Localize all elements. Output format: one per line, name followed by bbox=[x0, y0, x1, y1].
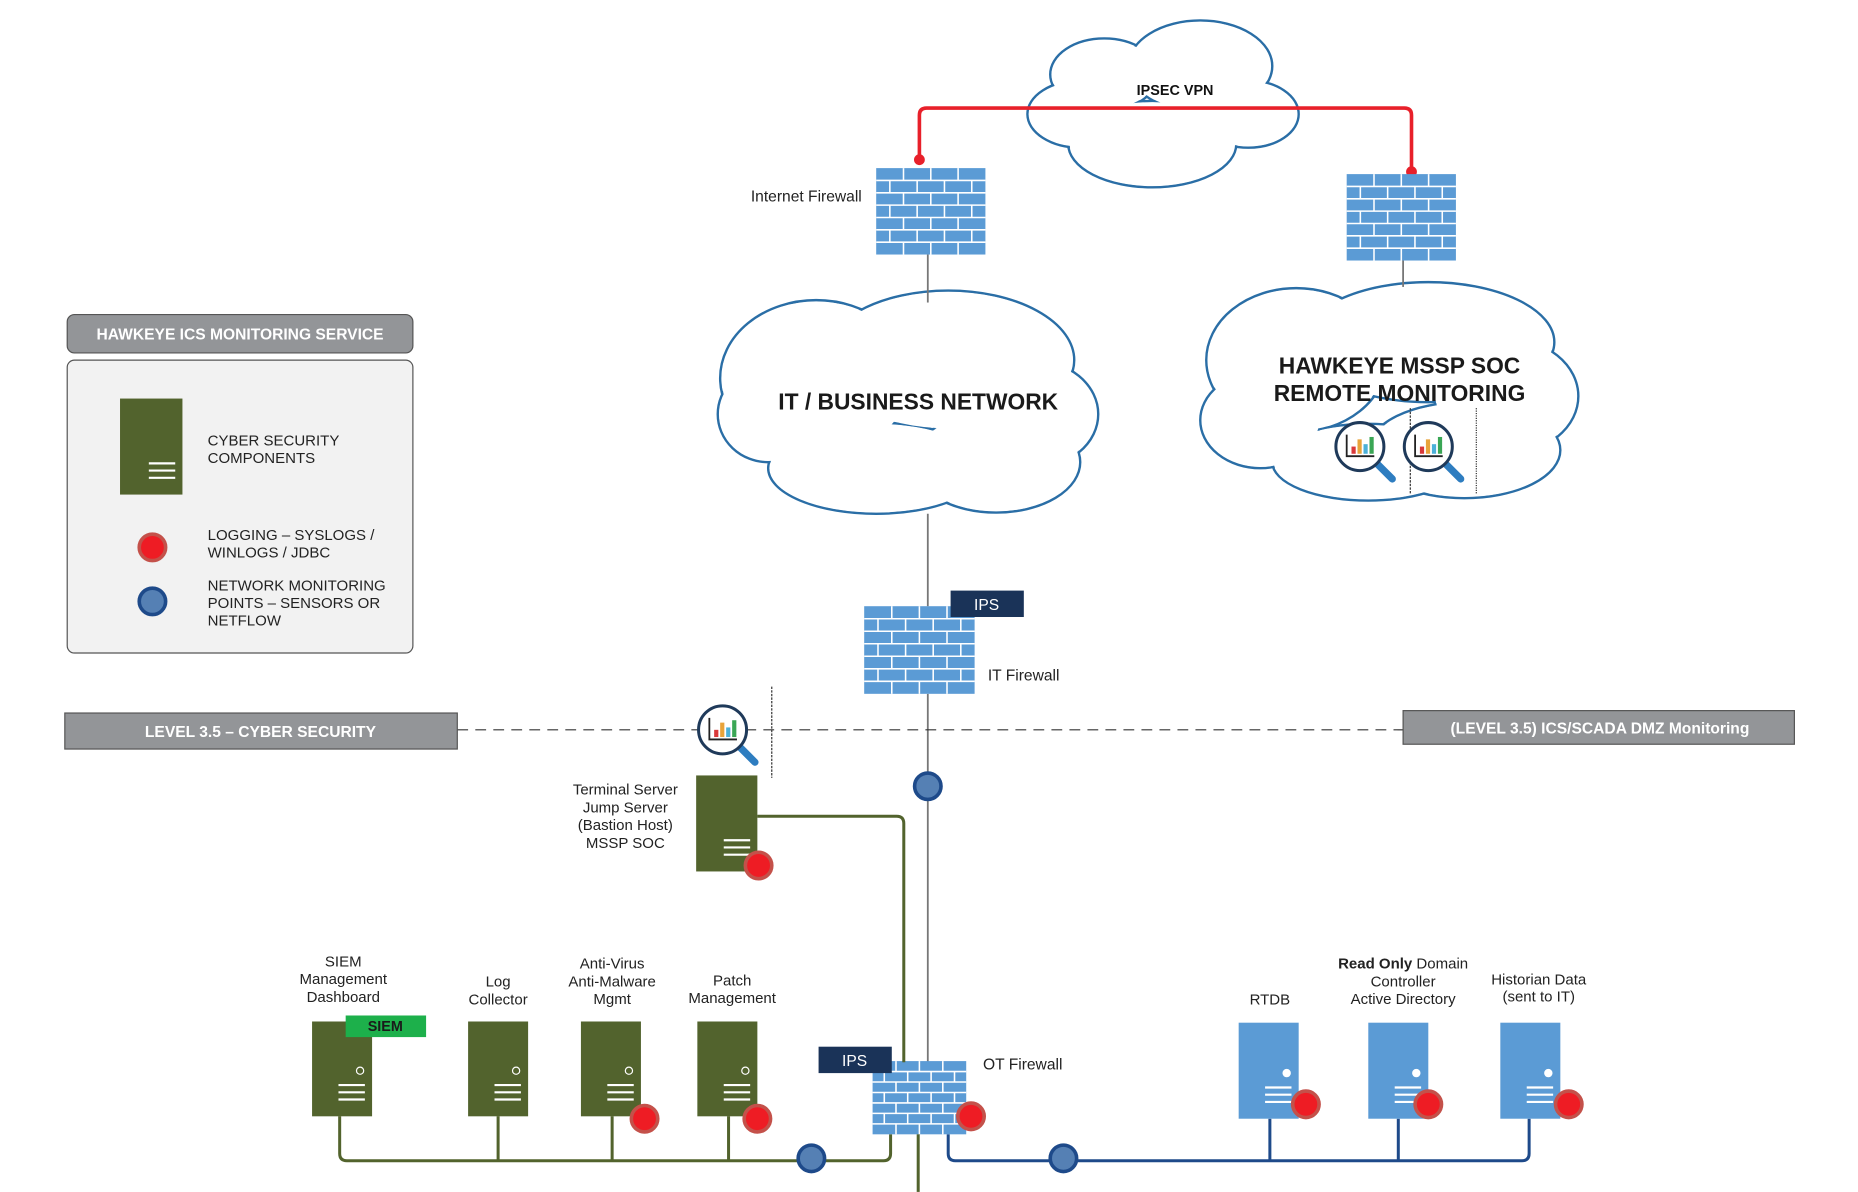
magnifier-handle bbox=[736, 744, 759, 766]
cyber-server-label: SIEM bbox=[325, 953, 362, 970]
ips-badge-label: IPS bbox=[974, 597, 999, 614]
server-led bbox=[1412, 1068, 1421, 1078]
cloud-fill bbox=[1028, 81, 1132, 147]
legend-label: WINLOGS / JDBC bbox=[208, 545, 331, 562]
legend-title: HAWKEYE ICS MONITORING SERVICE bbox=[97, 327, 384, 344]
terminal-server-label: MSSP SOC bbox=[586, 835, 665, 852]
legend-label: POINTS – SENSORS OR bbox=[208, 595, 381, 612]
chart-bar bbox=[1357, 439, 1362, 454]
ot-server-label: (sent to IT) bbox=[1502, 989, 1575, 1006]
chart-bar bbox=[1437, 436, 1443, 454]
ips-badge-label: IPS bbox=[842, 1053, 867, 1070]
legend-label: CYBER SECURITY bbox=[208, 432, 340, 449]
green-link bbox=[757, 814, 906, 1063]
magnifier-chart-icon bbox=[697, 704, 759, 766]
soc-label-2: REMOTE MONITORING bbox=[1274, 380, 1526, 406]
legend-label: NETWORK MONITORING bbox=[208, 578, 386, 595]
it-firewall-label: IT Firewall bbox=[988, 668, 1060, 685]
vpn-endpoint bbox=[913, 154, 925, 166]
chart-bar bbox=[1351, 446, 1356, 454]
logging-point-icon bbox=[742, 1103, 773, 1134]
server-led bbox=[1282, 1068, 1291, 1078]
ot-server-label: RTDB bbox=[1250, 992, 1291, 1009]
cyber-server-icon bbox=[580, 1021, 641, 1117]
terminal-server-label: Jump Server bbox=[583, 799, 668, 816]
cyber-server-label: Anti-Virus bbox=[580, 956, 645, 973]
cyber-server-label: Management bbox=[299, 971, 387, 988]
terminal-server-label: (Bastion Host) bbox=[578, 817, 673, 834]
chart-bar bbox=[1419, 446, 1425, 454]
server-body bbox=[120, 398, 183, 495]
legend-label: NETFLOW bbox=[208, 612, 282, 629]
ot-server-label: Historian Data bbox=[1491, 971, 1587, 988]
logging-point-icon bbox=[743, 850, 774, 881]
internet-firewall-label: Internet Firewall bbox=[751, 189, 862, 206]
level-right-label: (LEVEL 3.5) ICS/SCADA DMZ Monitoring bbox=[1450, 720, 1749, 737]
chart-bar bbox=[720, 722, 725, 738]
server-icon bbox=[120, 398, 183, 495]
chart-bar bbox=[1363, 444, 1368, 454]
soc-firewall-icon bbox=[1346, 174, 1456, 261]
chart-bar bbox=[1369, 436, 1374, 454]
chart-bar bbox=[1425, 439, 1431, 454]
ot-server-label-bold: Read Only bbox=[1338, 956, 1413, 973]
ot-server-label: Active Directory bbox=[1351, 991, 1457, 1008]
cyber-server-icon bbox=[468, 1021, 529, 1117]
cyber-server-label: Patch bbox=[713, 972, 751, 989]
soc-label-1: HAWKEYE MSSP SOC bbox=[1279, 352, 1521, 378]
logging-point-icon bbox=[1413, 1089, 1444, 1120]
logging-point-icon bbox=[956, 1101, 987, 1132]
cyber-server-label: Collector bbox=[469, 991, 528, 1008]
network-diagram: IPSEC VPN IT / BUSINESS NETWORK HAWKEYE … bbox=[64, 19, 1795, 1192]
monitoring-point-icon bbox=[796, 1143, 827, 1174]
cyber-server-label: Dashboard bbox=[307, 989, 380, 1006]
ot-firewall-label: OT Firewall bbox=[983, 1057, 1062, 1074]
siem-tag-label: SIEM bbox=[368, 1019, 403, 1035]
ot-server-label: Controller bbox=[1371, 973, 1436, 990]
terminal-server-label: Terminal Server bbox=[573, 782, 678, 799]
cyber-server-label: Mgmt bbox=[593, 991, 631, 1008]
ot-server-icon bbox=[1500, 1022, 1561, 1119]
monitoring-point-icon bbox=[137, 586, 168, 617]
monitoring-point-icon bbox=[1048, 1143, 1079, 1174]
internet-firewall-icon bbox=[876, 168, 986, 255]
server-led bbox=[1544, 1068, 1553, 1078]
logging-point-icon bbox=[1290, 1089, 1321, 1120]
chart-bar bbox=[714, 729, 719, 738]
level-left-label: LEVEL 3.5 – CYBER SECURITY bbox=[145, 724, 377, 741]
it-network-label: IT / BUSINESS NETWORK bbox=[778, 388, 1058, 414]
logging-point-icon bbox=[1553, 1089, 1584, 1120]
logging-point-icon bbox=[137, 532, 168, 563]
legend-label: COMPONENTS bbox=[208, 450, 316, 467]
ot-server-label: Read Only Domain bbox=[1338, 956, 1468, 973]
cyber-server-label: Log bbox=[486, 974, 511, 991]
chart-bar bbox=[726, 727, 731, 738]
it-firewall-icon bbox=[864, 606, 975, 694]
cyber-server-label: Anti-Malware bbox=[568, 973, 656, 990]
ot-bus bbox=[946, 1118, 1531, 1163]
monitoring-point-icon bbox=[912, 771, 943, 802]
vpn-cloud bbox=[1026, 19, 1300, 189]
ot-server-icon bbox=[1238, 1022, 1299, 1119]
cyber-server-icon bbox=[697, 1021, 758, 1117]
chart-bar bbox=[732, 720, 737, 738]
cyber-server-label: Management bbox=[688, 990, 776, 1007]
ot-server-label-rest: Domain bbox=[1412, 956, 1468, 973]
chart-bar bbox=[1431, 444, 1437, 454]
legend-label: LOGGING – SYSLOGS / bbox=[208, 527, 376, 544]
logging-point-icon bbox=[629, 1103, 660, 1134]
vpn-label: IPSEC VPN bbox=[1137, 83, 1214, 99]
